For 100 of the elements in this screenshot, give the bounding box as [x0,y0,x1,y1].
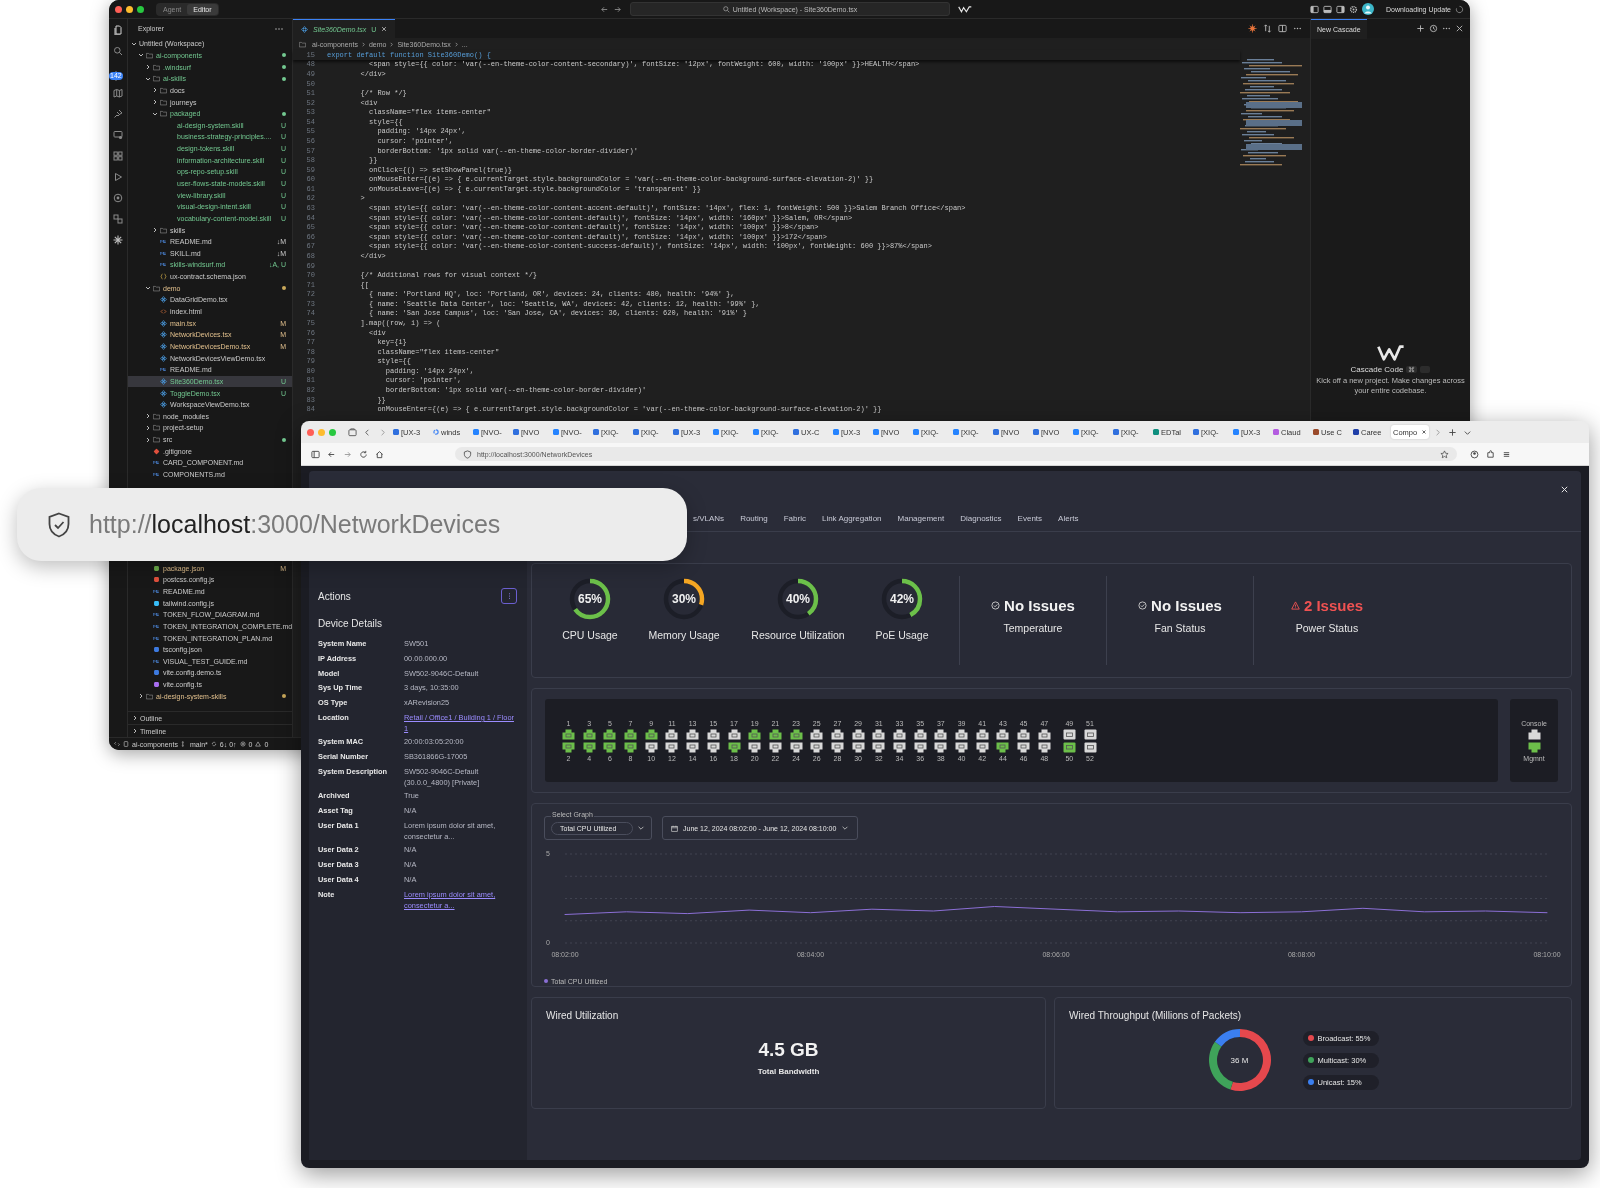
account-icon[interactable] [1470,449,1479,459]
nav-tab[interactable]: Link Aggregation [821,507,882,531]
port-icon[interactable] [996,728,1010,740]
port-icon[interactable] [748,741,762,753]
back-arrow-icon[interactable] [327,449,336,459]
chevron-icon[interactable] [152,99,158,105]
asterisk-icon[interactable] [113,235,123,245]
port-icon[interactable] [872,741,886,753]
nav-tab[interactable]: Alerts [1058,507,1079,531]
port-icon[interactable] [893,741,906,753]
port-icon[interactable] [893,728,906,740]
back-arrow-icon[interactable] [600,4,609,14]
files-icon[interactable] [113,25,123,35]
port-icon[interactable] [913,728,927,740]
extensions-icon[interactable] [1486,449,1495,459]
port-icon[interactable] [768,741,782,753]
sidebar-icon[interactable] [311,449,320,459]
home-icon[interactable] [375,449,384,459]
tab-overview-icon[interactable] [348,427,357,437]
close-icon[interactable] [1421,429,1427,435]
port-icon[interactable] [1527,741,1541,753]
nav-tab[interactable]: Diagnostics [960,507,1002,531]
bug-icon[interactable] [1248,24,1257,33]
port-icon[interactable] [727,741,741,753]
chevron-icon[interactable] [152,87,158,94]
window-zoom-button[interactable] [137,5,144,13]
forward-arrow-icon[interactable] [613,4,622,14]
pin-icon[interactable] [113,109,123,119]
menu-icon[interactable] [1502,449,1511,459]
nav-tab[interactable]: Management [897,507,945,531]
port-icon[interactable] [562,728,575,740]
port-icon[interactable] [830,741,844,753]
port-icon[interactable] [1083,728,1097,740]
port-icon[interactable] [727,728,741,740]
port-icon[interactable] [851,728,865,740]
port-icon[interactable] [1062,741,1076,753]
port-icon[interactable] [748,728,762,740]
port-icon[interactable] [644,728,658,740]
window-close-button[interactable] [115,5,122,13]
new-tab-icon[interactable] [1448,427,1457,437]
chevron-icon[interactable] [131,40,137,47]
nav-tab[interactable]: Routing [740,507,768,531]
sidebar-toggle-icon[interactable] [1310,4,1319,14]
port-icon[interactable] [789,728,803,740]
port-icon[interactable] [624,728,638,740]
plus-icon[interactable] [1416,24,1425,33]
port-icon[interactable] [913,741,927,753]
play-icon[interactable] [113,172,123,182]
chevron-icon[interactable] [152,227,158,234]
nav-tab[interactable]: Events [1017,507,1043,531]
port-icon[interactable] [1017,741,1031,753]
reload-icon[interactable] [359,449,368,459]
map-icon[interactable] [113,88,123,98]
window-minimize-button[interactable] [126,5,133,13]
port-icon[interactable] [706,728,720,740]
actions-menu-button[interactable] [501,588,517,604]
port-icon[interactable] [934,741,948,753]
port-icon[interactable] [1017,728,1031,740]
port-icon[interactable] [996,741,1010,753]
port-icon[interactable] [706,741,720,753]
port-icon[interactable] [686,728,700,740]
chevron-icon[interactable] [145,424,151,431]
panel-toggle-icon[interactable] [1323,4,1332,14]
port-icon[interactable] [955,741,969,753]
port-icon[interactable] [810,741,824,753]
settings-icon[interactable] [1349,4,1358,14]
port-icon[interactable] [582,728,596,740]
port-icon[interactable] [665,728,679,740]
port-icon[interactable] [789,741,803,753]
port-icon[interactable] [1037,728,1051,740]
window-close-button[interactable] [307,428,314,436]
close-icon[interactable] [1455,24,1464,33]
search-icon[interactable] [113,46,123,56]
chevron-icon[interactable] [145,413,151,420]
port-icon[interactable] [768,728,782,740]
port-icon[interactable] [975,728,989,740]
port-icon[interactable] [686,741,700,753]
monitor-icon[interactable] [113,130,123,140]
chevron-icon[interactable] [152,110,158,117]
port-icon[interactable] [851,741,865,753]
chevron-icon[interactable] [145,285,151,292]
chevron-icon[interactable] [145,75,151,82]
nav-tab[interactable]: s/VLANs [693,507,725,531]
port-icon[interactable] [975,741,989,753]
chevron-icon[interactable] [145,436,151,443]
port-icon[interactable] [1527,728,1541,740]
split-editor-icon[interactable] [1278,24,1287,33]
compare-icon[interactable] [1263,24,1272,33]
port-icon[interactable] [1037,741,1051,753]
chevron-icon[interactable] [145,64,151,71]
port-icon[interactable] [955,728,969,740]
port-icon[interactable] [810,728,824,740]
remote-icon[interactable] [114,741,120,747]
port-icon[interactable] [1083,741,1097,753]
port-icon[interactable] [603,741,617,753]
avatar-icon[interactable] [1362,3,1374,15]
chevron-icon[interactable] [138,52,144,59]
port-icon[interactable] [934,728,948,740]
history-icon[interactable] [1429,24,1438,33]
port-icon[interactable] [644,741,658,753]
